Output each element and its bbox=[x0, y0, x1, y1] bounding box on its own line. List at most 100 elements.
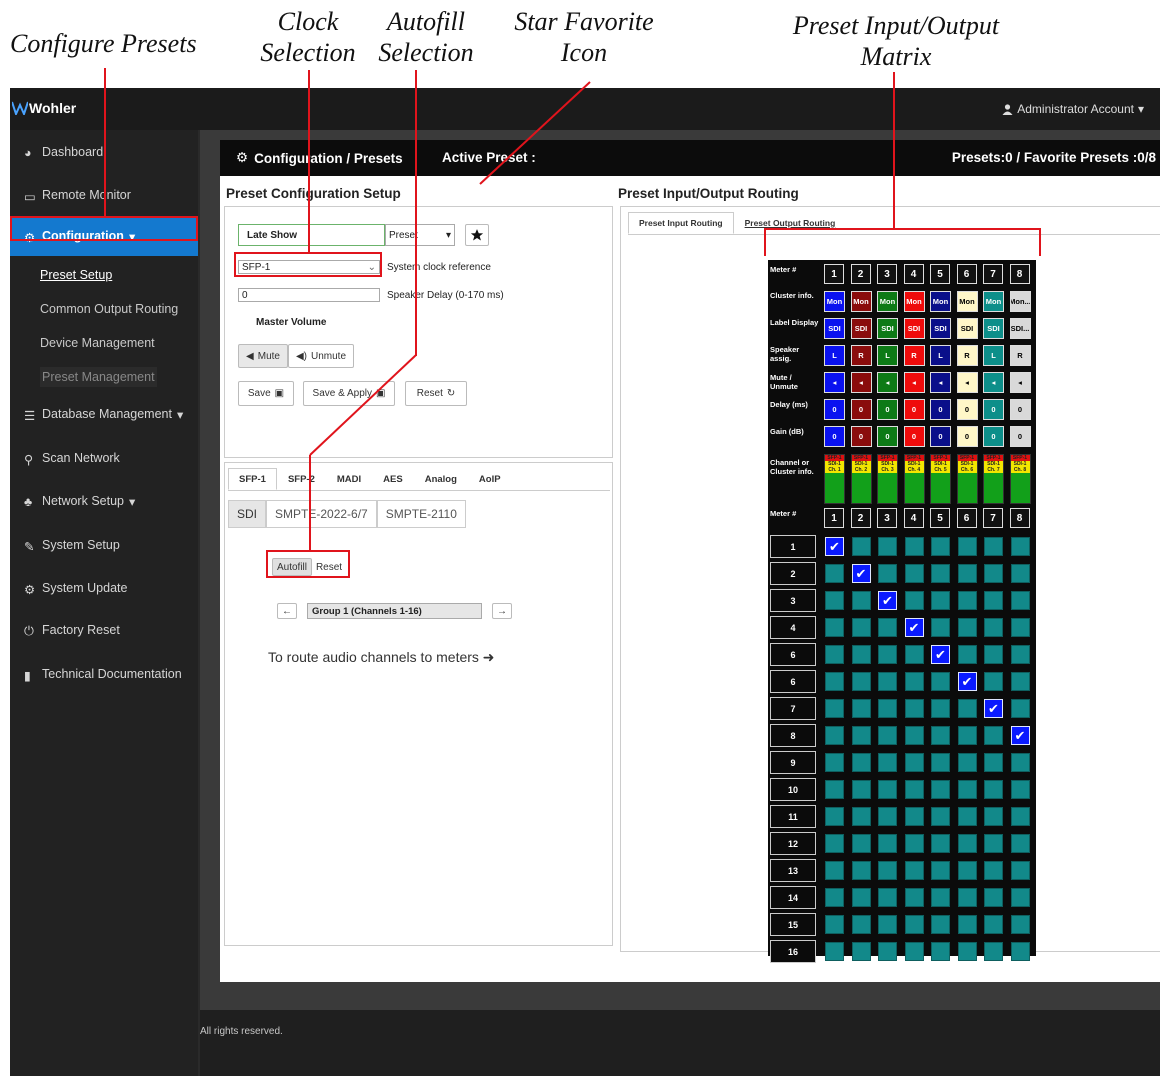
route-cell[interactable] bbox=[1010, 780, 1030, 799]
route-cell[interactable] bbox=[1010, 645, 1030, 664]
route-cell[interactable] bbox=[825, 834, 844, 853]
brand-logo[interactable]: Wohler bbox=[12, 100, 76, 116]
preset-select[interactable]: Preset ▾ bbox=[385, 224, 455, 246]
route-cell[interactable] bbox=[984, 672, 1003, 691]
route-cell[interactable] bbox=[931, 618, 950, 637]
route-cell[interactable] bbox=[984, 564, 1003, 583]
nav-device-management[interactable]: Device Management bbox=[40, 336, 155, 350]
matrix-mute-cell[interactable]: ◂ bbox=[930, 372, 951, 393]
route-cell[interactable] bbox=[984, 753, 1003, 772]
tab-sfp-2[interactable]: SFP-2 bbox=[277, 468, 326, 490]
route-cell[interactable] bbox=[957, 942, 977, 961]
channel-row-button[interactable]: 14 bbox=[770, 886, 816, 909]
matrix-gain-cell[interactable]: 0 bbox=[850, 426, 872, 447]
matrix-speaker-cell[interactable]: R bbox=[850, 345, 872, 366]
route-cell[interactable] bbox=[957, 537, 977, 556]
route-cell[interactable] bbox=[825, 591, 844, 610]
route-cell[interactable] bbox=[984, 780, 1003, 799]
route-cell[interactable] bbox=[904, 915, 924, 934]
route-cell[interactable] bbox=[1010, 834, 1030, 853]
matrix-cluster-cell[interactable]: Mon bbox=[824, 291, 845, 312]
route-cell[interactable] bbox=[878, 645, 897, 664]
route-cell[interactable] bbox=[851, 591, 871, 610]
route-cell[interactable] bbox=[851, 807, 871, 826]
route-cell[interactable] bbox=[931, 699, 950, 718]
route-cell-checked[interactable]: ✔ bbox=[825, 537, 844, 556]
channel-row-button[interactable]: 9 bbox=[770, 751, 816, 774]
matrix-label-display-cell[interactable]: SDI bbox=[903, 318, 925, 339]
matrix-label-display-cell[interactable]: SDI bbox=[930, 318, 951, 339]
nav-common-output-routing[interactable]: Common Output Routing bbox=[40, 302, 178, 316]
channel-row-button[interactable]: 13 bbox=[770, 859, 816, 882]
preset-name-input[interactable]: Late Show bbox=[238, 224, 385, 246]
matrix-label-display-cell[interactable]: SDI bbox=[824, 318, 845, 339]
tab-preset-input-routing[interactable]: Preset Input Routing bbox=[628, 212, 734, 234]
save-button[interactable]: Save ▣ bbox=[238, 381, 294, 406]
matrix-delay-cell[interactable]: 0 bbox=[983, 399, 1004, 420]
route-cell[interactable] bbox=[931, 861, 950, 880]
route-cell[interactable] bbox=[851, 645, 871, 664]
route-cell[interactable] bbox=[957, 888, 977, 907]
route-cell[interactable] bbox=[1010, 942, 1030, 961]
route-cell[interactable] bbox=[825, 861, 844, 880]
route-cell[interactable] bbox=[957, 645, 977, 664]
route-cell[interactable] bbox=[851, 672, 871, 691]
route-cell[interactable] bbox=[1010, 699, 1030, 718]
route-cell[interactable] bbox=[984, 861, 1003, 880]
matrix-gain-cell[interactable]: 0 bbox=[824, 426, 845, 447]
route-cell-checked[interactable]: ✔ bbox=[984, 699, 1003, 718]
matrix-label-display-cell[interactable]: SDI bbox=[850, 318, 872, 339]
matrix-delay-cell[interactable]: 0 bbox=[850, 399, 872, 420]
tab-sdi[interactable]: SDI bbox=[228, 500, 267, 528]
matrix-cluster-cell[interactable]: Mon bbox=[850, 291, 872, 312]
route-cell[interactable] bbox=[851, 915, 871, 934]
route-cell[interactable] bbox=[931, 753, 950, 772]
route-cell[interactable] bbox=[1010, 672, 1030, 691]
route-cell[interactable] bbox=[957, 564, 977, 583]
route-cell[interactable] bbox=[984, 591, 1003, 610]
route-cell[interactable] bbox=[904, 780, 924, 799]
route-cell[interactable] bbox=[878, 834, 897, 853]
route-cell[interactable] bbox=[878, 942, 897, 961]
route-cell[interactable] bbox=[1010, 618, 1030, 637]
route-cell[interactable] bbox=[957, 807, 977, 826]
tab-sfp-1[interactable]: SFP-1 bbox=[228, 468, 277, 490]
route-cell[interactable] bbox=[931, 564, 950, 583]
matrix-cluster-cell[interactable]: Mon bbox=[877, 291, 898, 312]
route-cell[interactable] bbox=[878, 618, 897, 637]
route-cell[interactable] bbox=[931, 834, 950, 853]
route-cell[interactable] bbox=[904, 672, 924, 691]
reset-button[interactable]: Reset ↻ bbox=[405, 381, 467, 406]
nav-preset-setup[interactable]: Preset Setup bbox=[40, 268, 112, 282]
route-cell[interactable] bbox=[984, 834, 1003, 853]
matrix-gain-cell[interactable]: 0 bbox=[877, 426, 898, 447]
route-cell[interactable] bbox=[851, 942, 871, 961]
route-cell[interactable] bbox=[904, 726, 924, 745]
matrix-speaker-cell[interactable]: L bbox=[930, 345, 951, 366]
route-cell-checked[interactable]: ✔ bbox=[878, 591, 897, 610]
route-cell[interactable] bbox=[878, 861, 897, 880]
route-cell[interactable] bbox=[984, 915, 1003, 934]
route-cell[interactable] bbox=[931, 591, 950, 610]
channel-row-button[interactable]: 12 bbox=[770, 832, 816, 855]
matrix-speaker-cell[interactable]: R bbox=[903, 345, 925, 366]
matrix-label-display-cell[interactable]: SDI bbox=[877, 318, 898, 339]
route-cell[interactable] bbox=[957, 780, 977, 799]
route-cell[interactable] bbox=[851, 726, 871, 745]
route-cell[interactable] bbox=[984, 726, 1003, 745]
matrix-mute-cell[interactable]: ◂ bbox=[824, 372, 845, 393]
route-cell[interactable] bbox=[904, 942, 924, 961]
route-cell[interactable] bbox=[825, 564, 844, 583]
route-cell[interactable] bbox=[904, 564, 924, 583]
matrix-mute-cell[interactable]: ◂ bbox=[877, 372, 898, 393]
matrix-delay-cell[interactable]: 0 bbox=[824, 399, 845, 420]
route-cell[interactable] bbox=[904, 861, 924, 880]
route-cell[interactable] bbox=[904, 834, 924, 853]
matrix-label-display-cell[interactable]: SDI... bbox=[1009, 318, 1031, 339]
tab-analog[interactable]: Analog bbox=[414, 468, 468, 490]
matrix-speaker-cell[interactable]: R bbox=[1009, 345, 1031, 366]
matrix-cluster-cell[interactable]: Mon bbox=[983, 291, 1004, 312]
matrix-gain-cell[interactable]: 0 bbox=[930, 426, 951, 447]
prev-group-button[interactable]: ← bbox=[277, 603, 297, 619]
route-cell[interactable] bbox=[878, 726, 897, 745]
